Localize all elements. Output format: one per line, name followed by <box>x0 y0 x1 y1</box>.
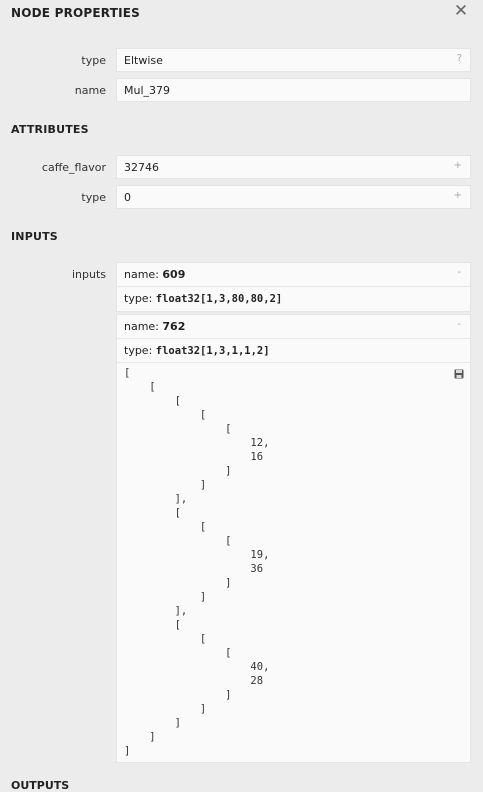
close-icon[interactable]: ✕ <box>452 2 470 20</box>
attribute-label-caffe-flavor: caffe_flavor <box>41 161 106 174</box>
inputs-label: inputs <box>71 268 106 281</box>
property-value-text: Eltwise <box>124 54 163 67</box>
property-value-type: Eltwise ? <box>116 48 471 72</box>
input-type-label: type: <box>124 292 153 305</box>
tensor-line: 12, <box>124 437 270 449</box>
collapse-icon[interactable]: - <box>457 319 461 330</box>
collapse-icon[interactable]: - <box>457 267 461 278</box>
input-name-label: name: <box>124 268 159 281</box>
expand-icon[interactable]: + <box>454 190 462 201</box>
tensor-line: 36 <box>124 563 264 575</box>
tensor-line: ], <box>124 493 188 505</box>
help-icon[interactable]: ? <box>457 53 462 64</box>
outputs-section-title: OUTPUTS <box>11 779 70 792</box>
property-label-type: type <box>81 54 106 67</box>
tensor-line: 28 <box>124 675 264 687</box>
expand-icon[interactable]: + <box>454 160 462 171</box>
tensor-line: ] <box>124 717 181 729</box>
tensor-line: ] <box>124 479 207 491</box>
tensor-line: [ <box>124 423 232 435</box>
input-type-label: type: <box>124 344 153 357</box>
save-icon[interactable] <box>454 369 464 379</box>
tensor-line: 40, <box>124 661 270 673</box>
tensor-line: ] <box>124 591 207 603</box>
tensor-line: [ <box>124 409 207 421</box>
input-type-row: type: float32[1,3,1,1,2] <box>117 339 470 363</box>
input-name-label: name: <box>124 320 159 333</box>
tensor-line: [ <box>124 367 131 379</box>
input-type-value: float32[1,3,80,80,2] <box>155 293 283 305</box>
attributes-section-title: ATTRIBUTES <box>11 123 89 136</box>
attribute-value-caffe-flavor: 32746 + <box>116 155 471 179</box>
input-card-609: name: 609 - type: float32[1,3,80,80,2] <box>116 262 471 312</box>
attribute-value-text: 32746 <box>124 161 159 174</box>
inputs-section-title: INPUTS <box>11 230 58 243</box>
input-type-row: type: float32[1,3,80,80,2] <box>117 287 470 310</box>
tensor-line: [ <box>124 521 207 533</box>
panel-title: NODE PROPERTIES <box>11 6 140 20</box>
tensor-line: 16 <box>124 451 264 463</box>
input-name-row: name: 762 - <box>117 315 470 339</box>
tensor-line: [ <box>124 507 181 519</box>
tensor-value-view: [ [ [ [ [ 12, 16 ] ] ], [ [ [ 19, 36]]… <box>117 363 470 767</box>
tensor-line: [ <box>124 633 207 645</box>
tensor-line: [ <box>124 619 181 631</box>
input-name-row: name: 609 - <box>117 263 470 287</box>
tensor-line: [ <box>124 647 232 659</box>
attribute-value-text: 0 <box>124 191 131 204</box>
tensor-line: ] <box>124 465 232 477</box>
tensor-line: [ <box>124 535 232 547</box>
input-type-value: float32[1,3,1,1,2] <box>155 345 270 357</box>
input-name-value: 762 <box>162 320 186 333</box>
tensor-line: ], <box>124 605 188 617</box>
property-label-name: name <box>74 84 106 97</box>
tensor-line: ] <box>124 731 156 743</box>
tensor-line: [ <box>124 381 156 393</box>
tensor-line: ] <box>124 703 207 715</box>
tensor-line: 19, <box>124 549 270 561</box>
attribute-label-type: type <box>81 191 106 204</box>
attribute-value-type: 0 + <box>116 185 471 209</box>
tensor-line: [ <box>124 395 181 407</box>
tensor-line: ] <box>124 577 232 589</box>
tensor-line: ] <box>124 689 232 701</box>
property-value-name: Mul_379 <box>116 78 471 102</box>
input-name-value: 609 <box>162 268 186 281</box>
input-card-762: name: 762 - type: float32[1,3,1,1,2] [ [… <box>116 314 471 763</box>
property-value-text: Mul_379 <box>124 84 171 97</box>
tensor-line: ] <box>124 745 131 757</box>
panel-header: NODE PROPERTIES ✕ <box>0 0 483 28</box>
